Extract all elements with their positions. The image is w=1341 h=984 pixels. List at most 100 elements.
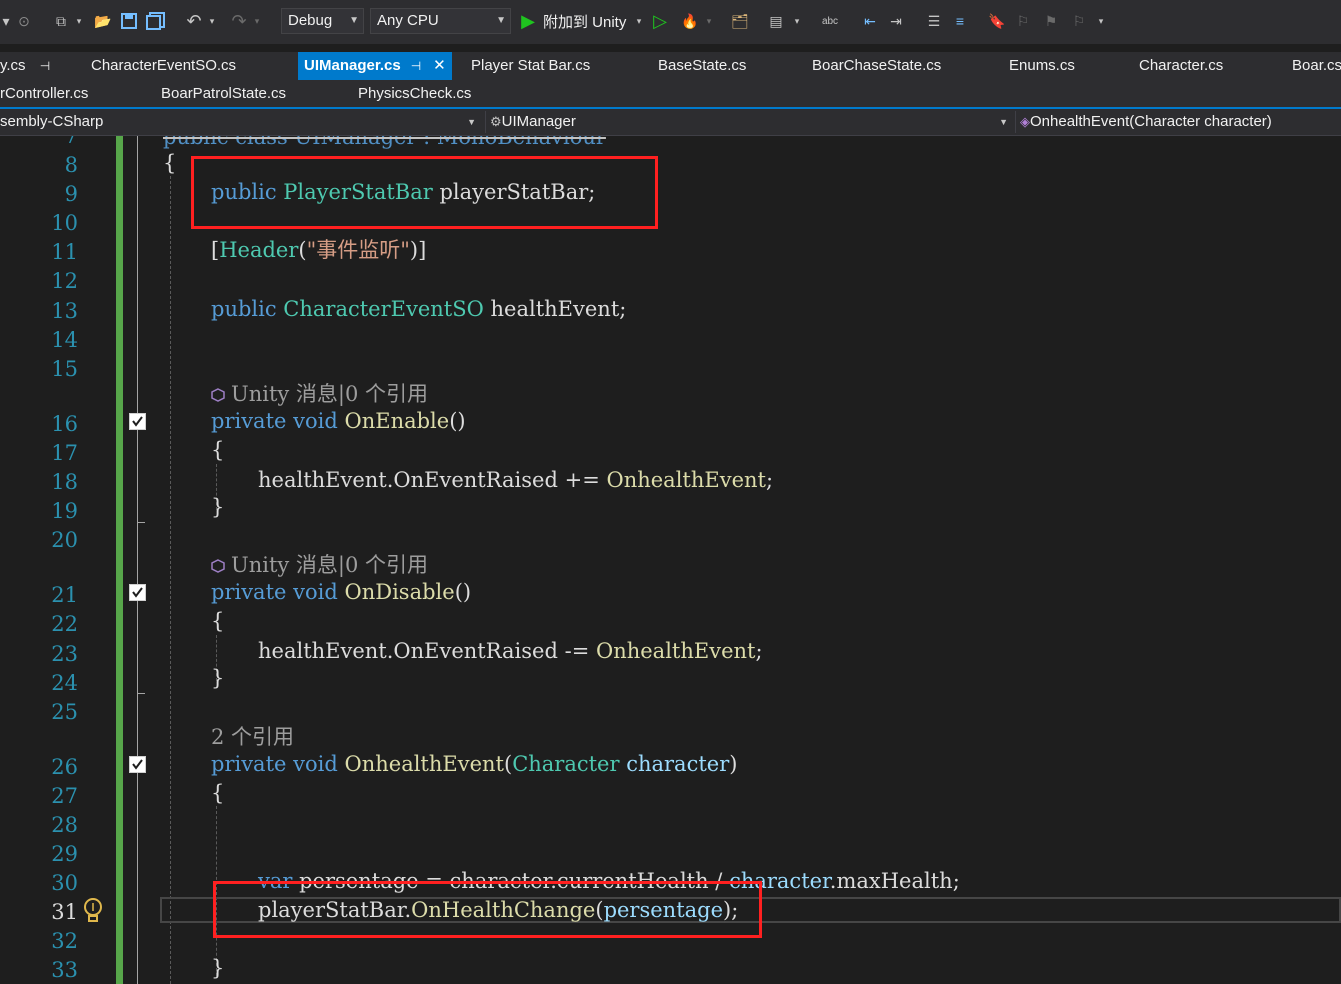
nav-separator — [485, 111, 486, 133]
forward-nav-icon[interactable]: ⊙ — [14, 9, 34, 33]
new-item-icon[interactable]: ⧉ — [50, 9, 72, 33]
tab-charactereventso[interactable]: CharacterEventSO.cs — [91, 52, 236, 80]
code-line-22[interactable]: { — [211, 608, 224, 634]
fold-end-mark — [137, 522, 145, 523]
line-number: 32 — [51, 929, 78, 953]
clear-bookmarks-icon[interactable]: ⚐ — [1068, 9, 1090, 33]
attach-dropdown-icon[interactable]: ▾ — [634, 9, 644, 33]
code-line-33[interactable]: } — [211, 955, 224, 981]
chevron-down-icon: ▼ — [349, 15, 359, 26]
class-icon: ⚙ — [490, 114, 502, 129]
codelens-unity-ondisable[interactable]: Unity 消息|0 个引用 — [211, 552, 428, 578]
prev-bookmark-icon[interactable]: ⚐ — [1012, 9, 1034, 33]
attach-unity-button[interactable]: 附加到 Unity — [543, 9, 633, 33]
fold-collapse-icon[interactable] — [129, 584, 146, 601]
code-line-19[interactable]: } — [211, 494, 224, 520]
method-name: OnhealthEvent — [606, 468, 766, 492]
fold-collapse-icon[interactable] — [129, 756, 146, 773]
layout-dropdown-icon[interactable]: ▾ — [790, 9, 804, 33]
spellcheck-icon[interactable]: abc — [818, 9, 842, 33]
tab-controller[interactable]: rController.cs — [0, 80, 88, 108]
line-number: 23 — [51, 642, 78, 666]
tab-enums[interactable]: Enums.cs — [1009, 52, 1075, 80]
start-without-debug-icon[interactable]: ▷ — [650, 9, 670, 33]
line-number: 8 — [64, 153, 78, 177]
tab-boarpatrolstate[interactable]: BoarPatrolState.cs — [161, 80, 286, 108]
uncomment-icon[interactable]: ≡ — [948, 9, 972, 33]
code-line-10[interactable]: [Header("事件监听")] — [211, 237, 426, 263]
line-number: 20 — [51, 528, 78, 552]
platform-value: Any CPU — [377, 12, 439, 29]
line-number: 24 — [51, 671, 78, 695]
new-item-dropdown-icon[interactable]: ▾ — [74, 9, 84, 33]
code-editor[interactable]: 7 8 9 10 11 12 13 14 15 16 17 18 19 20 2… — [0, 136, 1341, 984]
line-number: 14 — [51, 328, 78, 352]
platform-combo[interactable]: Any CPU ▼ — [370, 8, 511, 34]
undo-dropdown-icon[interactable]: ▾ — [207, 9, 217, 33]
outdent-icon[interactable]: ⇥ — [884, 9, 908, 33]
redo-icon[interactable]: ↷ — [228, 9, 250, 33]
solution-config-combo[interactable]: Debug ▼ — [281, 8, 364, 34]
code-line-8[interactable]: { — [163, 150, 176, 176]
solution-explorer-icon[interactable]: 🗂 — [728, 9, 752, 33]
lightbulb-icon[interactable] — [82, 897, 104, 923]
tab-character[interactable]: Character.cs — [1139, 52, 1223, 80]
code-line-26[interactable]: private void OnhealthEvent(Character cha… — [211, 751, 737, 777]
project-dropdown[interactable]: sembly-CSharp ▼ — [0, 109, 480, 135]
class-dropdown[interactable]: ⚙UIManager ▼ — [490, 109, 1012, 135]
indent-icon[interactable]: ⇤ — [858, 9, 882, 33]
pin-icon[interactable]: ⊣ — [411, 59, 421, 73]
code-line-7[interactable]: public class UIManager : MonoBehaviour — [163, 136, 606, 150]
line-number: 10 — [51, 211, 78, 235]
brace: { — [163, 151, 177, 175]
code-line-16[interactable]: private void OnEnable() — [211, 408, 466, 434]
code-line-21[interactable]: private void OnDisable() — [211, 579, 471, 605]
tab-boar[interactable]: Boar.cs — [1292, 52, 1341, 80]
class-declaration: public class UIManager : MonoBehaviour — [163, 136, 606, 149]
keyword: void — [293, 409, 338, 433]
tab-boarchasestate[interactable]: BoarChaseState.cs — [812, 52, 941, 80]
codelens-unity-onenable[interactable]: Unity 消息|0 个引用 — [211, 381, 428, 407]
code-line-13[interactable]: public CharacterEventSO healthEvent; — [211, 296, 626, 322]
keyword: public — [211, 297, 277, 321]
codelens-references[interactable]: 2 个引用 — [211, 724, 294, 750]
back-arrow-icon[interactable]: ▾ — [0, 9, 12, 33]
open-folder-icon[interactable]: 📂 — [92, 9, 114, 33]
undo-icon[interactable]: ↶ — [183, 9, 205, 33]
code-line-27[interactable]: { — [211, 780, 224, 806]
line-number: 7 — [64, 136, 78, 148]
keyword: private — [211, 752, 287, 776]
next-bookmark-icon[interactable]: ⚑ — [1040, 9, 1062, 33]
brace: { — [211, 781, 225, 805]
pin-icon[interactable]: ⊣ — [40, 59, 50, 73]
code-line-18[interactable]: healthEvent.OnEventRaised += OnhealthEve… — [258, 467, 773, 493]
member-dropdown[interactable]: ◈OnhealthEvent(Character character) — [1020, 109, 1341, 135]
toolbar-overflow-icon[interactable]: ▾ — [1094, 9, 1108, 33]
tab-basestate[interactable]: BaseState.cs — [658, 52, 746, 80]
start-debug-icon[interactable]: ▶ — [518, 9, 538, 33]
close-icon[interactable]: ✕ — [433, 57, 446, 74]
tab-physicscheck[interactable]: PhysicsCheck.cs — [358, 80, 471, 108]
tab-y-cs[interactable]: y.cs ⊣ — [0, 52, 50, 80]
save-icon[interactable] — [118, 9, 140, 33]
fold-collapse-icon[interactable] — [129, 413, 146, 430]
hot-reload-dropdown-icon[interactable]: ▾ — [704, 9, 714, 33]
tab-player-stat-bar[interactable]: Player Stat Bar.cs — [471, 52, 590, 80]
code-line-17[interactable]: { — [211, 437, 224, 463]
hot-reload-icon[interactable]: 🔥 — [678, 9, 702, 33]
redo-dropdown-icon[interactable]: ▾ — [252, 9, 262, 33]
indent-guide — [170, 176, 171, 984]
tab-uimanager[interactable]: UIManager.cs ⊣ ✕ — [298, 52, 452, 80]
tab-label: UIManager.cs — [304, 57, 401, 74]
method-name: OnhealthEvent — [344, 752, 504, 776]
line-number: 33 — [51, 958, 78, 982]
save-all-icon[interactable] — [145, 9, 167, 33]
layout-icon[interactable]: ▤ — [764, 9, 788, 33]
line-number: 27 — [51, 784, 78, 808]
change-tracking-bar — [116, 136, 123, 984]
code-line-24[interactable]: } — [211, 665, 224, 691]
code-line-23[interactable]: healthEvent.OnEventRaised -= OnhealthEve… — [258, 638, 763, 664]
bookmark-icon[interactable]: 🔖 — [986, 9, 1008, 33]
brace: } — [211, 495, 225, 519]
comment-icon[interactable]: ☰ — [922, 9, 946, 33]
